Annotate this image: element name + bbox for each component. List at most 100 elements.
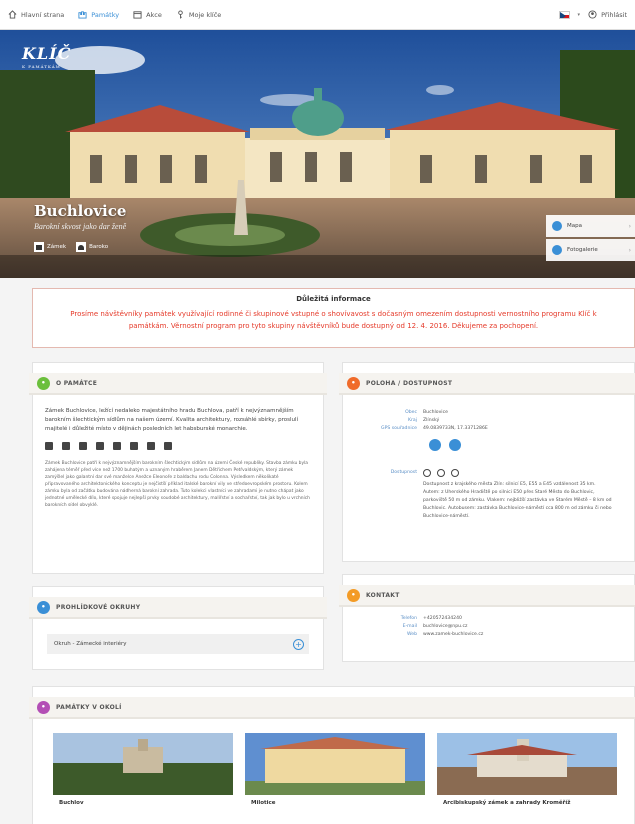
location-row: GPS souřadnice 49.0839733N, 17.3371286E xyxy=(381,426,488,431)
nav-label: Akce xyxy=(146,10,162,19)
chateau-photo xyxy=(0,30,635,278)
contact-row: Telefon +420572434240 xyxy=(400,615,462,623)
login-label: Přihlásit xyxy=(601,10,627,19)
nav-events[interactable]: Akce xyxy=(133,10,162,19)
wheelchair-icon xyxy=(147,442,155,450)
garden-icon xyxy=(79,442,87,450)
tour-label: Okruh - Zámecké interiéry xyxy=(54,641,127,647)
about-header-label: O PAMÁTCE xyxy=(56,379,98,387)
contact-row: E-mail buchlovice@npu.cz xyxy=(402,623,468,631)
nearby-card[interactable]: Buchlov xyxy=(53,733,233,817)
gallery-icon xyxy=(552,245,562,255)
contact-details: Telefon +420572434240 E-mail buchlovice@np… xyxy=(343,615,634,639)
contact-row: Web www.zamek-buchlovice.cz xyxy=(406,631,484,639)
milotice-photo xyxy=(245,733,425,795)
nav-label: Moje klíče xyxy=(188,10,222,19)
castle-icon xyxy=(78,11,87,19)
tag-chateau[interactable]: Zámek xyxy=(34,242,66,252)
about-intro: Zámek Buchlovice, ležící nedaleko majest… xyxy=(45,408,299,432)
nearby-card[interactable]: Milotice xyxy=(245,733,425,817)
nav-home[interactable]: Hlavní strana xyxy=(8,10,64,19)
location-header-label: POLOHA / DOSTUPNOST xyxy=(366,379,453,387)
location-row: Kraj Zlínský xyxy=(408,418,440,423)
home-icon xyxy=(8,10,17,19)
train-icon xyxy=(164,442,172,450)
site-logo[interactable]: KLÍČ K PAMÁTKÁM xyxy=(22,44,71,69)
location-row: Obec Buchlovice xyxy=(405,410,448,415)
nav-right: ▾ Přihlásit xyxy=(558,10,627,19)
buchlov-photo xyxy=(53,733,233,795)
nav-label: Hlavní strana xyxy=(21,10,65,19)
kromeriz-photo xyxy=(437,733,617,795)
important-notice: Důležitá informace Prosíme návštěvníky p… xyxy=(32,288,635,348)
card-title: Arcibiskupský zámek a zahrady Kroměříž xyxy=(443,800,571,806)
gallery-label: Fotogalerie xyxy=(567,247,598,253)
phone-link[interactable]: +420572434240 xyxy=(423,615,462,623)
email-link[interactable]: buchlovice@npu.cz xyxy=(423,623,467,631)
hero-banner: KLÍČ K PAMÁTKÁM Buchlovice Barokní skvos… xyxy=(0,30,635,278)
expand-icon[interactable]: + xyxy=(293,638,304,650)
tour-item[interactable]: Okruh - Zámecké interiéry + xyxy=(47,634,309,654)
category-tags: Zámek Baroko xyxy=(34,242,108,252)
nearby-panel: • PAMÁTKY V OKOLÍ Buchlov Milotice Arcib… xyxy=(29,686,635,824)
login-link[interactable]: Přihlásit xyxy=(588,10,627,19)
nav-my-keys[interactable]: Moje klíče xyxy=(176,10,221,19)
train-icon xyxy=(451,469,459,477)
about-text: Zámek Buchlovice patří k nejvýznamnějším… xyxy=(45,461,310,508)
top-navigation: Hlavní strana Památky Akce Moje klíče ▾ … xyxy=(0,0,635,30)
key-icon xyxy=(178,10,183,19)
calendar-icon xyxy=(133,11,142,19)
about-body: Zámek Buchlovice, ležící nedaleko majest… xyxy=(45,407,311,509)
location-details: Obec Buchlovice Kraj Zlínský GPS souřadnic… xyxy=(343,409,634,521)
photo-gallery-button[interactable]: Fotogalerie › xyxy=(546,239,635,261)
card-title: Buchlov xyxy=(59,800,84,806)
contact-header: • KONTAKT xyxy=(339,585,635,607)
web-link[interactable]: www.zamek-buchlovice.cz xyxy=(423,631,483,639)
nav-label: Památky xyxy=(91,10,120,19)
style-icon xyxy=(76,242,87,252)
tours-header-label: PROHLÍDKOVÉ OKRUHY xyxy=(56,603,141,611)
map-button[interactable]: Mapa › xyxy=(546,215,635,237)
car-icon xyxy=(45,442,53,450)
nearby-header: • PAMÁTKY V OKOLÍ xyxy=(29,697,635,719)
notice-text: Prosíme návštěvníky památek využívající … xyxy=(70,310,597,330)
map-label: Mapa xyxy=(567,223,582,229)
access-text: Dostupnost z krajského města Zlín: silni… xyxy=(423,482,612,519)
tag-baroque[interactable]: Baroko xyxy=(76,242,108,252)
tag-label: Zámek xyxy=(47,244,67,250)
chevron-right-icon: › xyxy=(628,246,631,254)
monument-subtitle: Barokní skvost jako dar ženě xyxy=(34,222,127,231)
logo-sub: K PAMÁTKÁM xyxy=(22,64,61,69)
amenity-icons xyxy=(45,442,311,450)
card-title: Milotice xyxy=(251,800,276,806)
car-icon xyxy=(423,469,431,477)
nav-monuments[interactable]: Památky xyxy=(78,10,119,19)
bus-icon xyxy=(437,469,445,477)
contact-panel: • KONTAKT Telefon +420572434240 E-mail buc… xyxy=(339,574,635,662)
bus-icon xyxy=(62,442,70,450)
show-map-button[interactable] xyxy=(449,439,462,451)
language-flag-icon[interactable] xyxy=(558,10,570,19)
tours-panel: • PROHLÍDKOVÉ OKRUHY Okruh - Zámecké int… xyxy=(29,586,327,670)
about-panel: • O PAMÁTCE Zámek Buchlovice, ležící ned… xyxy=(29,362,327,574)
access-block: Dostupnost z krajského města Zlín: silni… xyxy=(423,469,613,521)
about-header: • O PAMÁTCE xyxy=(29,373,327,395)
compass-icon: • xyxy=(37,600,50,614)
navigate-button[interactable] xyxy=(429,439,441,451)
location-header: • POLOHA / DOSTUPNOST xyxy=(339,373,635,395)
nearby-card[interactable]: Arcibiskupský zámek a zahrady Kroměříž xyxy=(437,733,617,817)
chevron-right-icon: › xyxy=(628,222,631,230)
logo-word: KLÍČ xyxy=(22,44,72,63)
landmark-icon: • xyxy=(37,700,50,714)
guide-icon xyxy=(96,442,104,450)
map-buttons xyxy=(343,436,634,455)
info-icon: • xyxy=(37,376,50,390)
map-icon xyxy=(552,221,562,231)
cafe-icon xyxy=(113,442,121,450)
notice-title: Důležitá informace xyxy=(296,295,371,303)
nearby-header-label: PAMÁTKY V OKOLÍ xyxy=(56,703,122,711)
toilet-icon xyxy=(130,442,138,450)
contact-header-label: KONTAKT xyxy=(366,591,400,599)
chevron-down-icon[interactable]: ▾ xyxy=(578,12,581,18)
chateau-icon xyxy=(34,242,44,252)
